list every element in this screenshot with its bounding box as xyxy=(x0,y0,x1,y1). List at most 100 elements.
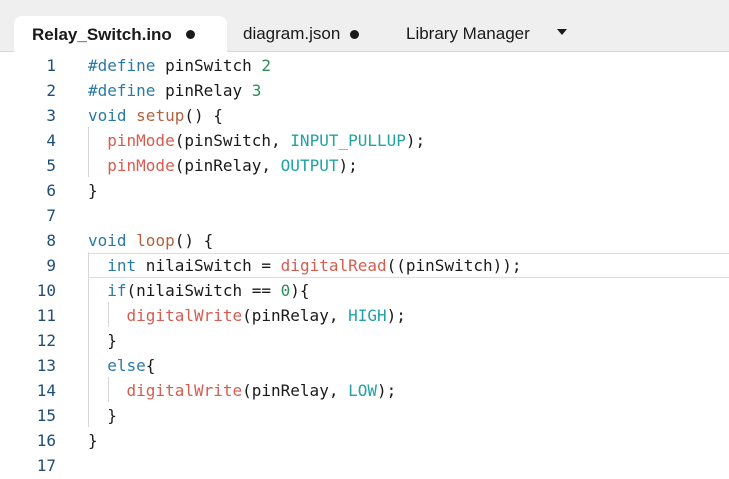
code-token: (pinSwitch, xyxy=(174,131,291,150)
code-line[interactable]: 3 void setup() { xyxy=(0,103,729,128)
chevron-down-icon[interactable] xyxy=(555,27,569,39)
tab-relay-switch-ino[interactable]: Relay_Switch.ino xyxy=(14,16,227,53)
code-line[interactable]: 14 digitalWrite(pinRelay, LOW); xyxy=(0,378,729,403)
tab-library-manager[interactable]: Library Manager xyxy=(406,16,530,52)
code-token: INPUT_PULLUP xyxy=(290,131,406,150)
code-text: void setup() { xyxy=(88,103,223,128)
line-number: 5 xyxy=(46,156,56,175)
code-token: } xyxy=(88,181,98,200)
code-text: void loop() { xyxy=(88,228,213,253)
code-token: else xyxy=(107,356,146,375)
code-line[interactable]: 6} xyxy=(0,178,729,203)
code-token: () { xyxy=(184,106,223,125)
code-token: pinSwitch xyxy=(155,56,262,75)
code-line[interactable]: 16} xyxy=(0,428,729,453)
code-text: pinMode(pinSwitch, INPUT_PULLUP); xyxy=(88,128,425,153)
code-token: pinMode xyxy=(107,156,175,175)
code-line[interactable]: 5 pinMode(pinRelay, OUTPUT); xyxy=(0,153,729,178)
code-token: () { xyxy=(174,231,214,250)
code-token: { xyxy=(145,356,156,375)
code-token: (pinRelay, xyxy=(174,156,281,175)
code-token: digitalRead xyxy=(280,256,387,275)
line-number: 3 xyxy=(46,106,56,125)
line-number: 16 xyxy=(36,431,56,450)
code-line[interactable]: 9 int nilaiSwitch = digitalRead((pinSwit… xyxy=(0,253,729,278)
code-token: 3 xyxy=(251,81,262,100)
code-token: ); xyxy=(386,306,406,325)
code-text: int nilaiSwitch = digitalRead((pinSwitch… xyxy=(88,253,522,278)
tab-label: Library Manager xyxy=(406,24,530,43)
code-token: } xyxy=(88,431,98,450)
line-number: 9 xyxy=(46,256,56,275)
tab-diagram-json[interactable]: diagram.json xyxy=(243,16,360,52)
code-text: if(nilaiSwitch == 0){ xyxy=(88,278,310,303)
unsaved-dot-icon xyxy=(350,29,360,39)
code-text: pinMode(pinRelay, OUTPUT); xyxy=(88,153,357,178)
code-token: ){ xyxy=(290,281,310,300)
code-token: if xyxy=(107,281,127,300)
code-text: } xyxy=(88,178,98,203)
code-text: #define pinRelay 3 xyxy=(88,78,261,103)
code-text: } xyxy=(88,328,117,353)
line-number: 12 xyxy=(36,331,56,350)
code-text: else{ xyxy=(88,353,155,378)
code-token: int xyxy=(107,256,137,275)
editor-tab-bar: Relay_Switch.ino diagram.json Library Ma… xyxy=(0,0,729,53)
line-number: 4 xyxy=(46,131,56,150)
code-token: ); xyxy=(405,131,426,150)
code-line[interactable]: 11 digitalWrite(pinRelay, HIGH); xyxy=(0,303,729,328)
code-token: } xyxy=(107,331,117,350)
code-token: (pinRelay, xyxy=(242,381,349,400)
code-line[interactable]: 2 #define pinRelay 3 xyxy=(0,78,729,103)
unsaved-dot-icon xyxy=(185,30,195,39)
line-number: 8 xyxy=(46,231,56,250)
code-line[interactable]: 4 pinMode(pinSwitch, INPUT_PULLUP); xyxy=(0,128,729,153)
code-token: loop xyxy=(136,231,175,250)
code-token: void xyxy=(88,106,127,125)
code-token: setup xyxy=(136,106,185,125)
code-token: pinMode xyxy=(107,131,175,150)
code-line[interactable]: 7 xyxy=(0,203,729,228)
code-line[interactable]: 15 } xyxy=(0,403,729,428)
code-token: ((pinSwitch)); xyxy=(386,256,522,275)
code-token: OUTPUT xyxy=(280,156,339,175)
code-line[interactable]: 13 else{ xyxy=(0,353,729,378)
code-line[interactable]: 10 if(nilaiSwitch == 0){ xyxy=(0,278,729,303)
code-token: HIGH xyxy=(348,306,387,325)
code-token: pinRelay xyxy=(155,81,252,100)
code-token: (pinRelay, xyxy=(242,306,349,325)
line-number: 14 xyxy=(36,381,56,400)
code-text: } xyxy=(88,428,98,453)
line-number: 10 xyxy=(36,281,56,300)
code-token: void xyxy=(88,231,127,250)
code-line[interactable]: 8 void loop() { xyxy=(0,228,729,253)
line-number: 2 xyxy=(46,81,56,100)
code-editor[interactable]: 1 #define pinSwitch 2 2 #define pinRelay 33… xyxy=(0,52,729,479)
code-token: LOW xyxy=(348,381,377,400)
tab-label: Relay_Switch.ino xyxy=(32,24,172,44)
code-line[interactable]: 17 xyxy=(0,453,729,478)
line-number: 6 xyxy=(46,181,56,200)
line-number: 13 xyxy=(36,356,56,375)
code-line[interactable]: 12 } xyxy=(0,328,729,353)
code-token: ); xyxy=(377,381,397,400)
code-token: #define xyxy=(88,56,156,75)
code-text: #define pinSwitch 2 xyxy=(88,53,271,78)
code-token: digitalWrite xyxy=(126,306,243,325)
tab-label: diagram.json xyxy=(243,24,341,43)
code-token: 2 xyxy=(261,56,272,75)
code-line[interactable]: 1 #define pinSwitch 2 xyxy=(0,53,729,78)
code-token: nilaiSwitch = xyxy=(136,256,281,275)
code-text: } xyxy=(88,403,117,428)
